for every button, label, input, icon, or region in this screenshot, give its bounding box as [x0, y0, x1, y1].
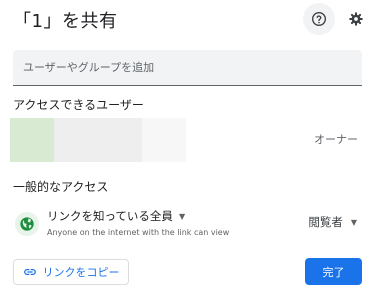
general-access-label: 一般的なアクセス: [13, 180, 109, 194]
role-dropdown[interactable]: 閲覧者 ▼: [308, 214, 357, 230]
avatar-block: [142, 118, 186, 162]
chevron-down-icon: ▼: [350, 217, 357, 227]
chevron-down-icon: ▼: [178, 211, 186, 221]
people-with-access-label: アクセスできるユーザー: [13, 98, 144, 112]
general-access-value: リンクを知っている全員: [47, 209, 173, 223]
add-people-input[interactable]: [23, 61, 352, 74]
general-access-row: リンクを知っている全員 ▼ Anyone on the internet wit…: [13, 206, 365, 242]
avatar-block: [10, 118, 54, 162]
done-button[interactable]: 完了: [305, 258, 362, 285]
avatar-block: [54, 118, 98, 162]
help-icon: [312, 12, 326, 26]
owner-row: オーナー: [10, 118, 368, 162]
general-access-dropdown[interactable]: リンクを知っている全員 ▼: [47, 208, 185, 224]
dialog-title: 「1」を共有: [13, 11, 118, 32]
copy-link-button[interactable]: リンクをコピー: [13, 259, 129, 285]
general-access-description: Anyone on the internet with the link can…: [47, 228, 230, 237]
copy-link-label: リンクをコピー: [42, 266, 120, 279]
settings-button[interactable]: [342, 5, 370, 33]
add-people-field[interactable]: [13, 50, 362, 86]
owner-avatar: [10, 118, 186, 162]
share-dialog: 「1」を共有 アクセスできるユーザー: [0, 0, 378, 302]
globe-icon: [20, 217, 34, 231]
gear-icon: [349, 12, 363, 26]
avatar-block: [98, 118, 142, 162]
help-button[interactable]: [303, 3, 335, 35]
link-icon: [23, 269, 36, 275]
owner-role-label: オーナー: [314, 133, 358, 146]
role-value: 閲覧者: [308, 215, 343, 229]
globe-icon-wrap: [15, 212, 39, 236]
